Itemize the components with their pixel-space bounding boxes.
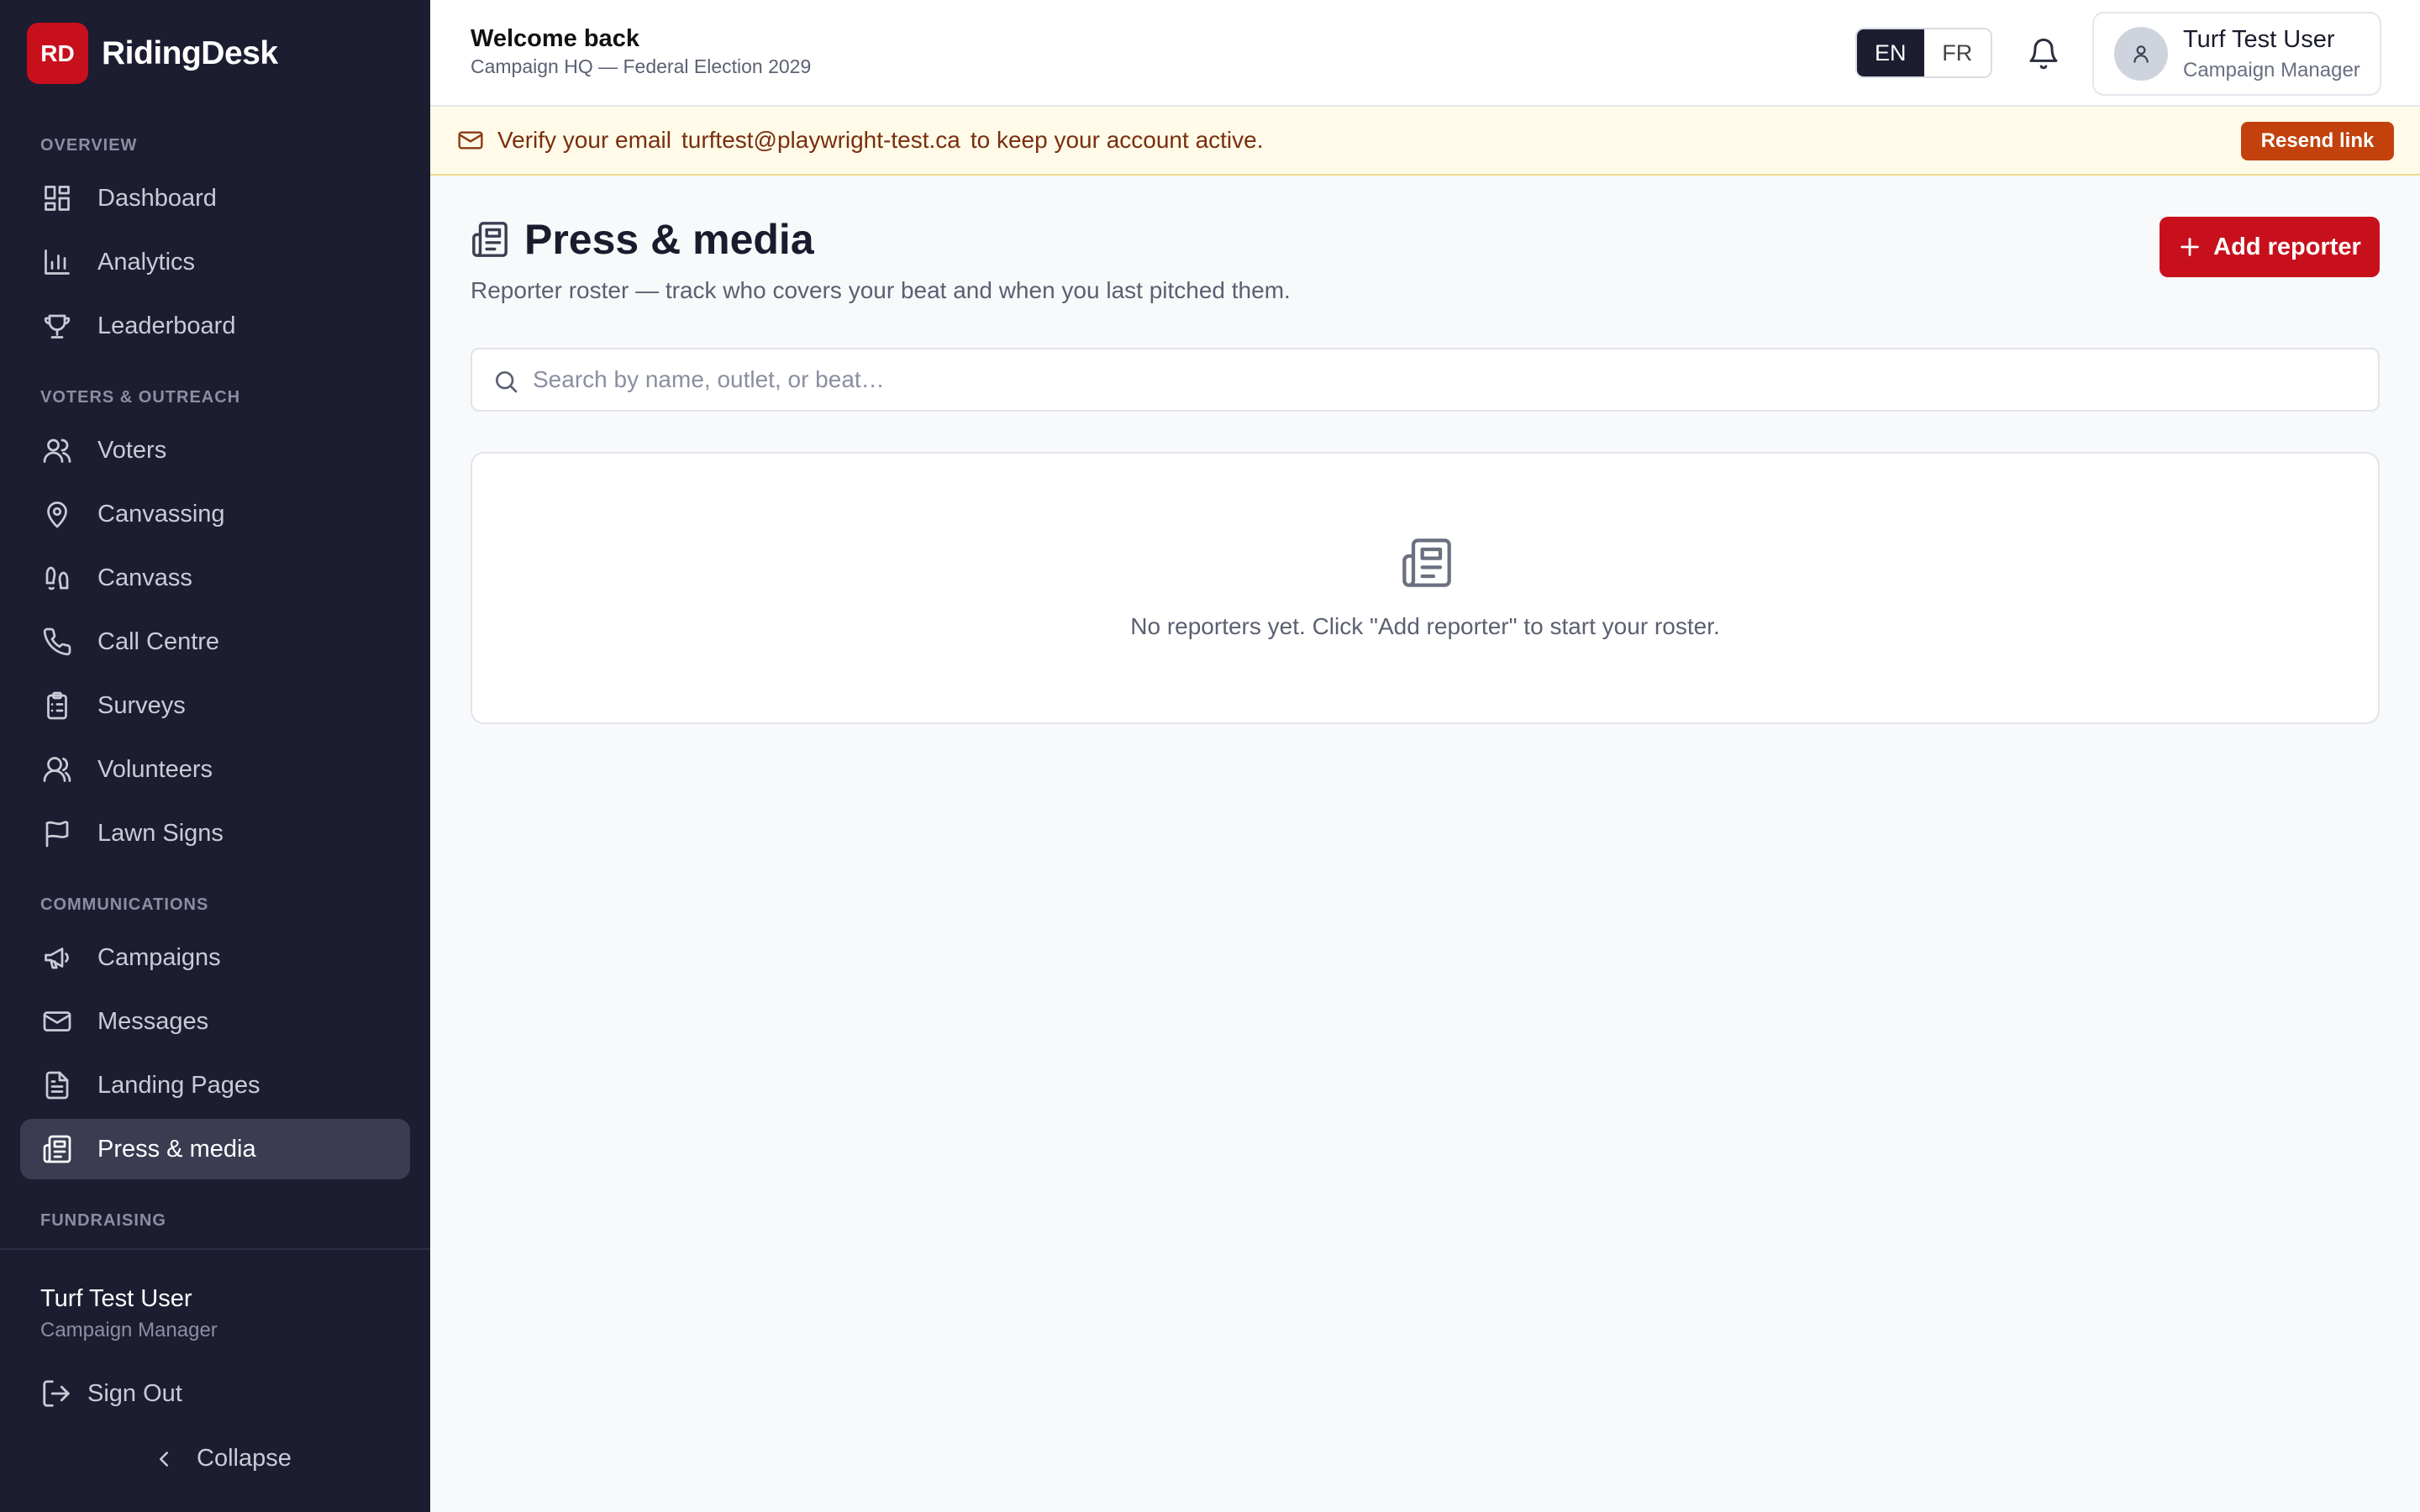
add-reporter-button[interactable]: Add reporter: [2160, 217, 2380, 277]
top-header: Welcome back Campaign HQ — Federal Elect…: [430, 0, 2420, 107]
footprints-icon: [40, 561, 74, 595]
map-pin-icon: [40, 497, 74, 531]
brand-name: RidingDesk: [102, 34, 278, 71]
newspaper-icon: [40, 1132, 74, 1166]
brand-logo: RD: [27, 23, 88, 84]
search-box: [471, 348, 2380, 412]
sidebar-item-label: Canvass: [97, 564, 192, 591]
clipboard-list-icon: [40, 689, 74, 722]
nav-section-voters-outreach: VOTERS & OUTREACH: [40, 388, 241, 407]
sidebar-item-call-centre[interactable]: Call Centre: [20, 612, 410, 672]
sidebar-item-voters[interactable]: Voters: [20, 420, 410, 480]
sidebar-item-messages[interactable]: Messages: [20, 991, 410, 1052]
sidebar-item-canvassing[interactable]: Canvassing: [20, 484, 410, 544]
sign-out-button[interactable]: Sign Out: [40, 1378, 182, 1410]
lang-en-button[interactable]: EN: [1857, 29, 1924, 76]
sidebar-item-label: Voters: [97, 436, 167, 464]
sidebar-item-lawn-signs[interactable]: Lawn Signs: [20, 803, 410, 864]
chevron-left-icon: [151, 1446, 176, 1472]
sidebar-item-label: Leaderboard: [97, 312, 236, 339]
mail-icon: [40, 1005, 74, 1038]
megaphone-icon: [40, 941, 74, 974]
language-toggle: EN FR: [1855, 28, 1992, 78]
newspaper-icon: [471, 220, 509, 259]
notifications-button[interactable]: [2023, 34, 2064, 74]
sidebar-item-label: Surveys: [97, 691, 186, 719]
campaign-name: Campaign HQ — Federal Election 2029: [471, 55, 812, 77]
sidebar-item-canvass[interactable]: Canvass: [20, 548, 410, 608]
header-user-role: Campaign Manager: [2183, 58, 2360, 81]
verify-email-banner: Verify your email turftest@playwright-tes…: [430, 107, 2420, 176]
sidebar-item-campaigns[interactable]: Campaigns: [20, 927, 410, 988]
plus-icon: [2178, 235, 2202, 259]
brand[interactable]: RD RidingDesk: [27, 23, 278, 84]
sidebar-item-label: Canvassing: [97, 500, 225, 528]
user-menu-button[interactable]: Turf Test User Campaign Manager: [2092, 12, 2381, 96]
dashboard-icon: [40, 181, 74, 215]
flag-icon: [40, 816, 74, 850]
banner-suffix: to keep your account active.: [970, 127, 1264, 153]
sidebar-item-label: Dashboard: [97, 184, 217, 212]
sidebar-item-surveys[interactable]: Surveys: [20, 675, 410, 736]
nav-section-overview: OVERVIEW: [40, 136, 138, 155]
bar-chart-icon: [40, 245, 74, 279]
collapse-label: Collapse: [197, 1445, 292, 1472]
sidebar-item-label: Call Centre: [97, 627, 220, 655]
page-title: Press & media: [524, 216, 814, 263]
mail-icon: [457, 127, 484, 154]
sidebar: RD RidingDesk OVERVIEW Dashboard Analyti…: [0, 0, 430, 1512]
sidebar-item-label: Analytics: [97, 248, 196, 276]
bell-icon: [2027, 37, 2060, 71]
banner-prefix: Verify your email: [497, 127, 671, 153]
log-out-icon: [40, 1378, 72, 1410]
collapse-button[interactable]: Collapse: [151, 1445, 292, 1473]
sidebar-item-label: Campaigns: [97, 943, 221, 971]
header-user-name: Turf Test User: [2183, 25, 2335, 53]
sidebar-item-label: Volunteers: [97, 755, 213, 783]
sidebar-item-label: Landing Pages: [97, 1071, 260, 1099]
sidebar-item-leaderboard[interactable]: Leaderboard: [20, 296, 410, 356]
user-icon: [2130, 43, 2152, 65]
avatar: [2114, 27, 2168, 81]
sidebar-item-analytics[interactable]: Analytics: [20, 232, 410, 292]
sidebar-item-label: Lawn Signs: [97, 819, 224, 847]
sidebar-item-label: Press & media: [97, 1135, 256, 1163]
trophy-icon: [40, 309, 74, 343]
search-input[interactable]: [533, 349, 2365, 410]
sidebar-divider: [0, 1248, 430, 1250]
sidebar-user-role: Campaign Manager: [40, 1319, 218, 1341]
sign-out-label: Sign Out: [87, 1379, 182, 1407]
sidebar-item-press-media[interactable]: Press & media: [20, 1119, 410, 1179]
sidebar-item-volunteers[interactable]: Volunteers: [20, 739, 410, 800]
empty-state-card: No reporters yet. Click "Add reporter" t…: [471, 452, 2380, 724]
sidebar-item-dashboard[interactable]: Dashboard: [20, 168, 410, 228]
nav-section-communications: COMMUNICATIONS: [40, 895, 209, 914]
page-subtitle: Reporter roster — track who covers your …: [471, 277, 1291, 303]
add-reporter-label: Add reporter: [2213, 233, 2361, 260]
sidebar-item-label: Messages: [97, 1007, 209, 1035]
phone-icon: [40, 625, 74, 659]
search-icon: [492, 368, 519, 395]
sidebar-user-name: Turf Test User: [40, 1285, 192, 1312]
welcome-title: Welcome back: [471, 25, 639, 52]
nav-section-fundraising: FUNDRAISING: [40, 1211, 166, 1230]
lang-fr-button[interactable]: FR: [1923, 29, 1991, 76]
file-text-icon: [40, 1068, 74, 1102]
newspaper-icon: [1400, 536, 1454, 590]
users-icon: [40, 433, 74, 467]
empty-state-text: No reporters yet. Click "Add reporter" t…: [1130, 613, 1720, 639]
resend-link-button[interactable]: Resend link: [2241, 122, 2394, 160]
user-round-icon: [40, 753, 74, 786]
banner-email: turftest@playwright-test.ca: [681, 127, 960, 153]
sidebar-item-landing-pages[interactable]: Landing Pages: [20, 1055, 410, 1116]
